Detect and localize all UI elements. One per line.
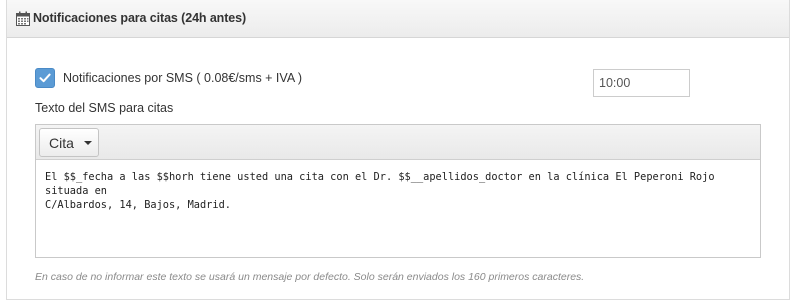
panel-title: Notificaciones para citas (24h antes): [33, 11, 247, 25]
cita-dropdown-label: Cita: [49, 135, 74, 151]
caret-down-icon: [84, 141, 92, 145]
sms-text-body[interactable]: El $$_fecha a las $$horh tiene usted una…: [45, 170, 745, 212]
help-text: En caso de no informar este texto se usa…: [35, 271, 585, 283]
sms-text-line-2: C/Albardos, 14, Bajos, Madrid.: [45, 199, 231, 211]
cita-dropdown-button[interactable]: Cita: [39, 128, 99, 157]
editor-toolbar: Cita: [36, 125, 760, 160]
send-time-input[interactable]: [593, 69, 690, 97]
sms-text-line-1: El $$_fecha a las $$horh tiene usted una…: [45, 171, 721, 197]
sms-text-label: Texto del SMS para citas: [35, 101, 174, 115]
sms-notifications-label: Notificaciones por SMS ( 0.08€/sms + IVA…: [63, 71, 303, 85]
sms-notifications-checkbox[interactable]: [35, 68, 55, 88]
panel-header: Notificaciones para citas (24h antes): [7, 0, 789, 38]
sms-text-editor[interactable]: Cita El $$_fecha a las $$horh tiene uste…: [35, 124, 761, 258]
checkmark-icon: [39, 73, 51, 83]
calendar-icon: [16, 11, 30, 26]
